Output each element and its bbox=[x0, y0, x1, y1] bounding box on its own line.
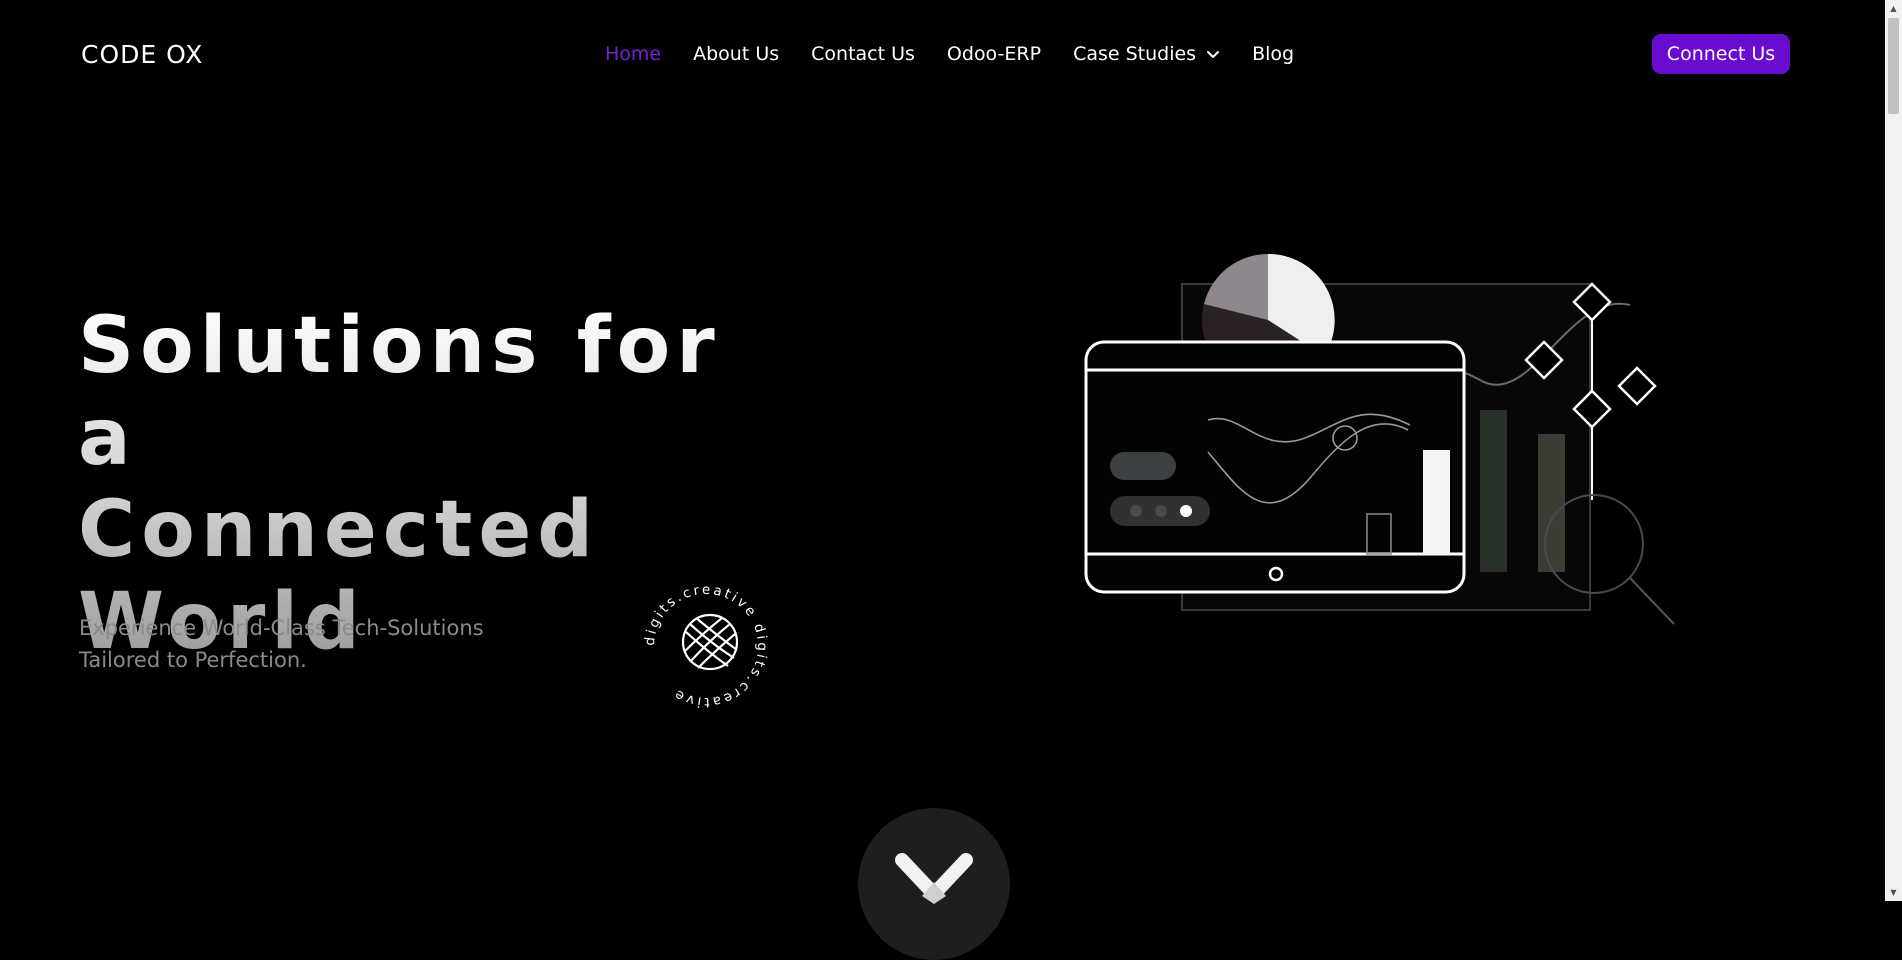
scroll-up-arrow-icon[interactable]: ▲ bbox=[1885, 0, 1902, 17]
chevron-down-icon bbox=[895, 853, 973, 904]
nav-blog-label: Blog bbox=[1252, 43, 1295, 65]
chevron-down-icon bbox=[1206, 50, 1220, 59]
scroll-down-button[interactable] bbox=[858, 808, 1010, 960]
creative-badge: digits.creative digits.creative bbox=[640, 580, 772, 712]
main-nav: Home About Us Contact Us Odoo-ERP Case S… bbox=[605, 40, 1326, 68]
nav-odoo-erp-label: Odoo-ERP bbox=[946, 43, 1042, 65]
nav-blog[interactable]: Blog bbox=[1252, 43, 1294, 65]
tablet-screen bbox=[1084, 340, 1466, 594]
nav-odoo-erp[interactable]: Odoo-ERP bbox=[947, 43, 1041, 65]
hero-subtitle-line-2: Tailored to Perfection. bbox=[79, 648, 307, 672]
hero-subtitle-line-1: Experience World-Class Tech-Solutions bbox=[79, 616, 484, 640]
scroll-down-arrow-icon[interactable]: ▼ bbox=[1885, 884, 1902, 901]
hero-subtitle: Experience World-Class Tech-Solutions Ta… bbox=[79, 612, 539, 676]
logo-text: CODE OX bbox=[81, 39, 204, 69]
nav-about-us[interactable]: About Us bbox=[693, 43, 779, 65]
nav-home[interactable]: Home bbox=[605, 43, 661, 65]
globe-icon bbox=[681, 613, 739, 671]
page-scrollbar[interactable]: ▲ ▼ bbox=[1885, 0, 1902, 901]
nav-home-label: Home bbox=[605, 43, 662, 65]
hero-title-line-1: Solutions for a bbox=[78, 301, 721, 483]
scrollbar-thumb[interactable] bbox=[1888, 18, 1899, 114]
hero-title-line-2: Connected bbox=[78, 485, 600, 575]
dashboard-illustration bbox=[1084, 253, 1675, 625]
nav-contact-us-label: Contact Us bbox=[811, 43, 915, 65]
nav-contact-us[interactable]: Contact Us bbox=[811, 43, 915, 65]
connect-us-button[interactable]: Connect Us bbox=[1652, 34, 1790, 74]
nav-case-studies-label: Case Studies bbox=[1073, 43, 1197, 65]
nav-about-us-label: About Us bbox=[693, 43, 780, 65]
nav-case-studies[interactable]: Case Studies bbox=[1073, 43, 1220, 65]
brand-logo[interactable]: CODE OX bbox=[81, 39, 204, 69]
